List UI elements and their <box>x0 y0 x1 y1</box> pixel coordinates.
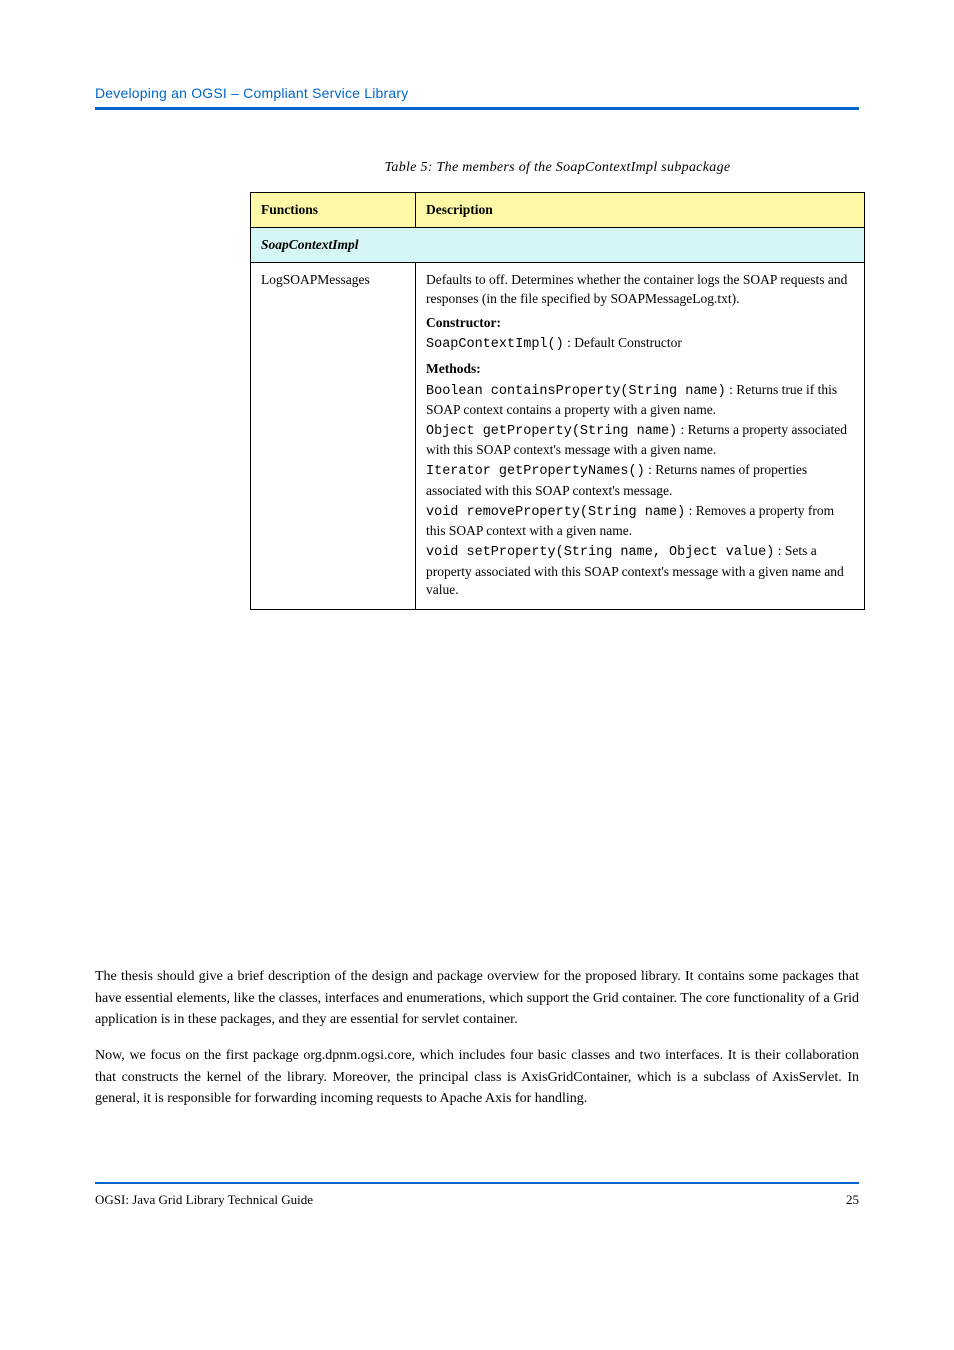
body-paragraph-1: The thesis should give a brief descripti… <box>95 966 859 1031</box>
section-row: SoapContextImpl <box>251 228 865 263</box>
page-header: Developing an OGSI – Compliant Service L… <box>95 85 859 110</box>
body-text: The thesis should give a brief descripti… <box>95 966 859 1124</box>
method-line: Iterator getPropertyNames() : Returns na… <box>426 461 854 499</box>
table-header-row: Functions Description <box>251 193 865 228</box>
cell-description: Defaults to off. Determines whether the … <box>416 263 865 610</box>
table-row: LogSOAPMessages Defaults to off. Determi… <box>251 263 865 610</box>
col-header-functions: Functions <box>251 193 416 228</box>
table-caption: Table 5: The members of the SoapContextI… <box>250 160 865 176</box>
method-sig: Iterator getPropertyNames() <box>426 464 645 479</box>
method-line: Boolean containsProperty(String name) : … <box>426 381 854 419</box>
cell-functions: LogSOAPMessages <box>251 263 416 610</box>
header-title: Developing an OGSI – Compliant Service L… <box>95 85 859 101</box>
method-line: void setProperty(String name, Object val… <box>426 542 854 599</box>
constructor-fn: SoapContextImpl() <box>426 337 564 352</box>
page-footer: OGSI: Java Grid Library Technical Guide … <box>95 1192 859 1208</box>
section-label: SoapContextImpl <box>251 228 865 263</box>
constructor-line: SoapContextImpl() : Default Constructor <box>426 334 854 354</box>
method-line: void removeProperty(String name) : Remov… <box>426 502 854 540</box>
methods-label: Methods: <box>426 360 854 378</box>
method-line: Object getProperty(String name) : Return… <box>426 421 854 459</box>
method-sig: Boolean containsProperty(String name) <box>426 384 726 399</box>
desc-intro-suffix: ). <box>732 291 740 306</box>
desc-intro: Defaults to off. Determines whether the … <box>426 271 854 307</box>
method-sig: void removeProperty(String name) <box>426 505 685 520</box>
method-sig: void setProperty(String name, Object val… <box>426 545 774 560</box>
desc-intro-file: SOAPMessageLog.txt <box>610 291 731 306</box>
constructor-label: Constructor: <box>426 314 854 332</box>
members-table: Functions Description SoapContextImpl Lo… <box>250 192 865 610</box>
footer-left: OGSI: Java Grid Library Technical Guide <box>95 1192 313 1208</box>
footer-rule <box>95 1182 859 1184</box>
table-container: Table 5: The members of the SoapContextI… <box>250 160 865 610</box>
col-header-description: Description <box>416 193 865 228</box>
body-paragraph-2: Now, we focus on the first package org.d… <box>95 1045 859 1110</box>
constructor-desc: : Default Constructor <box>564 335 682 350</box>
header-rule <box>95 107 859 110</box>
method-sig: Object getProperty(String name) <box>426 424 677 439</box>
footer-page-number: 25 <box>846 1192 859 1208</box>
